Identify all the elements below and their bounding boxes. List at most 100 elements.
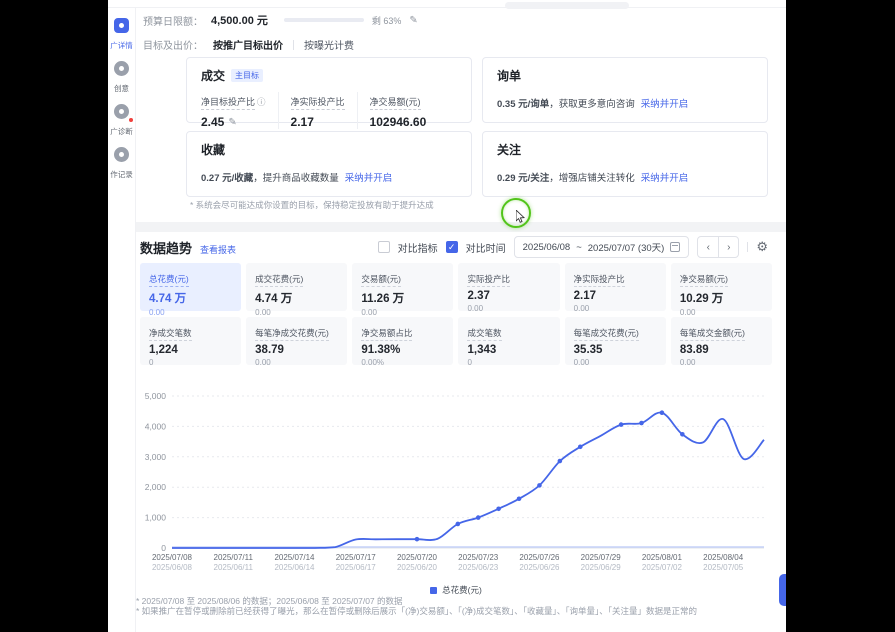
budget-row: 预算日限额： 4,500.00 元 剩 63% ✎ bbox=[143, 12, 418, 28]
sidebar-item-label: 广详情 bbox=[108, 40, 135, 51]
goal-card-title: 关注 bbox=[497, 141, 521, 158]
date-range-end: 2025/07/07 (30天) bbox=[588, 240, 665, 254]
adopt-and-enable-link[interactable]: 采纳并开启 bbox=[345, 173, 393, 184]
top-divider bbox=[108, 7, 786, 8]
metric-card[interactable]: 交易额(元)11.26 万0.00 bbox=[352, 263, 453, 311]
metric-card[interactable]: 总花费(元)4.74 万0.00 bbox=[140, 263, 241, 311]
metric-card[interactable]: 净实际投产比2.170.00 bbox=[565, 263, 666, 311]
mouse-cursor-icon bbox=[516, 210, 526, 223]
edit-budget-icon[interactable]: ✎ bbox=[409, 15, 417, 26]
goal-card-title: 成交 bbox=[201, 67, 225, 84]
line-chart-svg: 01,0002,0003,0004,0005,0002025/07/082025… bbox=[136, 386, 776, 582]
svg-text:2025/06/11: 2025/06/11 bbox=[214, 563, 254, 572]
goal-card-title-row: 收藏 bbox=[201, 141, 457, 158]
goal-card-询单: 询单 0.35 元/询单，获取更多意向咨询采纳并开启 bbox=[482, 57, 768, 123]
sidebar-item-campaign-detail[interactable]: 广详情 bbox=[108, 18, 135, 51]
metric-card-label: 净交易额(元) bbox=[680, 273, 728, 287]
sidebar-item-label: 广诊断 bbox=[108, 126, 135, 137]
metric-card[interactable]: 每笔成交花费(元)35.350.00 bbox=[565, 317, 666, 365]
goal-card-收藏: 收藏 0.27 元/收藏，提升商品收藏数量采纳并开启 bbox=[186, 131, 472, 197]
svg-text:3,000: 3,000 bbox=[145, 452, 167, 462]
svg-text:2025/08/01: 2025/08/01 bbox=[642, 553, 683, 562]
notification-dot bbox=[129, 118, 133, 122]
app-window: 广详情创意广诊断作记录 预算日限额： 4,500.00 元 剩 63% ✎ 目标… bbox=[108, 0, 786, 632]
metric-card-value: 11.26 万 bbox=[361, 290, 444, 306]
trend-chart: 01,0002,0003,0004,0005,0002025/07/082025… bbox=[136, 386, 776, 582]
goal-bid-row: 目标及出价： 按推广目标出价 按曝光计费 bbox=[143, 37, 354, 52]
sidebar-item-diagnose[interactable]: 广诊断 bbox=[108, 104, 135, 137]
tab-bid-by-goal[interactable]: 按推广目标出价 bbox=[213, 37, 283, 52]
metric-card-value: 83.89 bbox=[680, 344, 763, 356]
svg-text:2025/07/26: 2025/07/26 bbox=[519, 553, 560, 562]
adopt-and-enable-link[interactable]: 采纳并开启 bbox=[641, 173, 689, 184]
info-icon[interactable]: ⓘ bbox=[257, 97, 266, 107]
metric-card-compare-value: 0.00% bbox=[361, 358, 444, 367]
view-report-link[interactable]: 查看报表 bbox=[200, 243, 236, 256]
creative-icon bbox=[114, 61, 129, 76]
goal-card-title-row: 询单 bbox=[497, 67, 753, 84]
metric-card[interactable]: 净交易额占比 91.38% 0.00% bbox=[352, 317, 453, 365]
svg-text:2025/06/29: 2025/06/29 bbox=[581, 563, 622, 572]
svg-text:2025/06/08: 2025/06/08 bbox=[152, 563, 193, 572]
metric-card[interactable]: 净成交笔数1,2240 bbox=[140, 317, 241, 365]
legend-swatch bbox=[430, 587, 437, 594]
svg-text:0: 0 bbox=[161, 543, 166, 553]
operation-log-icon bbox=[114, 147, 129, 162]
metric-card-compare-value: 0.00 bbox=[680, 308, 763, 317]
sidebar-item-creative[interactable]: 创意 bbox=[108, 61, 135, 94]
metric-card-compare-value: 0.00 bbox=[680, 358, 763, 367]
goal-card-desc-price: 0.27 元/收藏 bbox=[201, 173, 253, 184]
data-point-marker bbox=[415, 537, 420, 542]
data-point-marker bbox=[455, 522, 460, 527]
metric-card-value: 91.38% bbox=[361, 344, 444, 356]
primary-goal-badge: 主目标 bbox=[231, 69, 263, 82]
svg-text:2025/07/14: 2025/07/14 bbox=[274, 553, 315, 562]
svg-text:2025/07/20: 2025/07/20 bbox=[397, 553, 438, 562]
sidebar: 广详情创意广诊断作记录 bbox=[108, 8, 136, 632]
metric-card[interactable]: 成交花费(元)4.74 万0.00 bbox=[246, 263, 347, 311]
metric-card[interactable]: 成交笔数1,3430 bbox=[458, 317, 559, 365]
trend-title: 数据趋势 bbox=[140, 238, 192, 257]
svg-text:4,000: 4,000 bbox=[145, 421, 167, 431]
metric-card-value: 4.74 万 bbox=[255, 290, 338, 306]
goal-card-title-row: 成交主目标 bbox=[201, 67, 457, 84]
svg-text:2025/06/26: 2025/06/26 bbox=[519, 563, 560, 572]
metric-card[interactable]: 每笔成交金额(元)83.890.00 bbox=[671, 317, 772, 365]
metric-card-label: 净成交笔数 bbox=[149, 327, 192, 341]
trend-header: 数据趋势 查看报表 bbox=[140, 238, 236, 257]
metric-card-value: 1,343 bbox=[467, 344, 550, 356]
data-point-marker bbox=[517, 496, 522, 501]
side-drawer-handle[interactable] bbox=[779, 574, 786, 606]
goal-card-title-row: 关注 bbox=[497, 141, 753, 158]
svg-text:2025/06/17: 2025/06/17 bbox=[336, 563, 377, 572]
settings-gear-icon[interactable]: ⚙ bbox=[756, 239, 768, 255]
sidebar-item-label: 创意 bbox=[108, 83, 135, 94]
goal-bid-label: 目标及出价： bbox=[143, 37, 203, 52]
compare-metric-checkbox[interactable] bbox=[378, 241, 390, 253]
metric-card-label: 成交花费(元) bbox=[255, 273, 303, 287]
metric-card-label: 实际投产比 bbox=[467, 273, 510, 287]
metric-card-compare-value: 0.00 bbox=[467, 304, 550, 313]
metric-card[interactable]: 实际投产比2.370.00 bbox=[458, 263, 559, 311]
goal-card-desc: 0.27 元/收藏，提升商品收藏数量采纳并开启 bbox=[201, 170, 457, 184]
tab-bid-by-exposure[interactable]: 按曝光计费 bbox=[304, 37, 354, 52]
compare-metric-label[interactable]: 对比指标 bbox=[398, 240, 438, 255]
metric-card-label: 净交易额占比 bbox=[361, 327, 412, 341]
edit-roi-icon[interactable]: ✎ bbox=[228, 117, 236, 128]
adopt-and-enable-link[interactable]: 采纳并开启 bbox=[641, 99, 689, 110]
date-range-picker[interactable]: 2025/06/08 ~ 2025/07/07 (30天) bbox=[514, 236, 690, 258]
goal-metric-label: 净目标投产比 bbox=[201, 95, 255, 110]
compare-time-checkbox[interactable]: ✓ bbox=[446, 241, 458, 253]
goal-card-desc-price: 0.35 元/询单 bbox=[497, 99, 549, 110]
goal-card-desc: 0.35 元/询单，获取更多意向咨询采纳并开启 bbox=[497, 96, 753, 110]
data-point-marker bbox=[619, 422, 624, 427]
metric-card[interactable]: 净交易额(元)10.29 万0.00 bbox=[671, 263, 772, 311]
metric-card[interactable]: 每笔净成交花费(元)38.790.00 bbox=[246, 317, 347, 365]
sidebar-item-operation-log[interactable]: 作记录 bbox=[108, 147, 135, 180]
compare-time-label[interactable]: 对比时间 bbox=[466, 240, 506, 255]
prev-period-button[interactable]: ‹ bbox=[698, 237, 718, 257]
svg-text:2025/07/23: 2025/07/23 bbox=[458, 553, 499, 562]
svg-text:2025/06/23: 2025/06/23 bbox=[458, 563, 499, 572]
goal-card-关注: 关注0.29 元/关注，增强店铺关注转化采纳并开启 bbox=[482, 131, 768, 197]
next-period-button[interactable]: › bbox=[718, 237, 738, 257]
